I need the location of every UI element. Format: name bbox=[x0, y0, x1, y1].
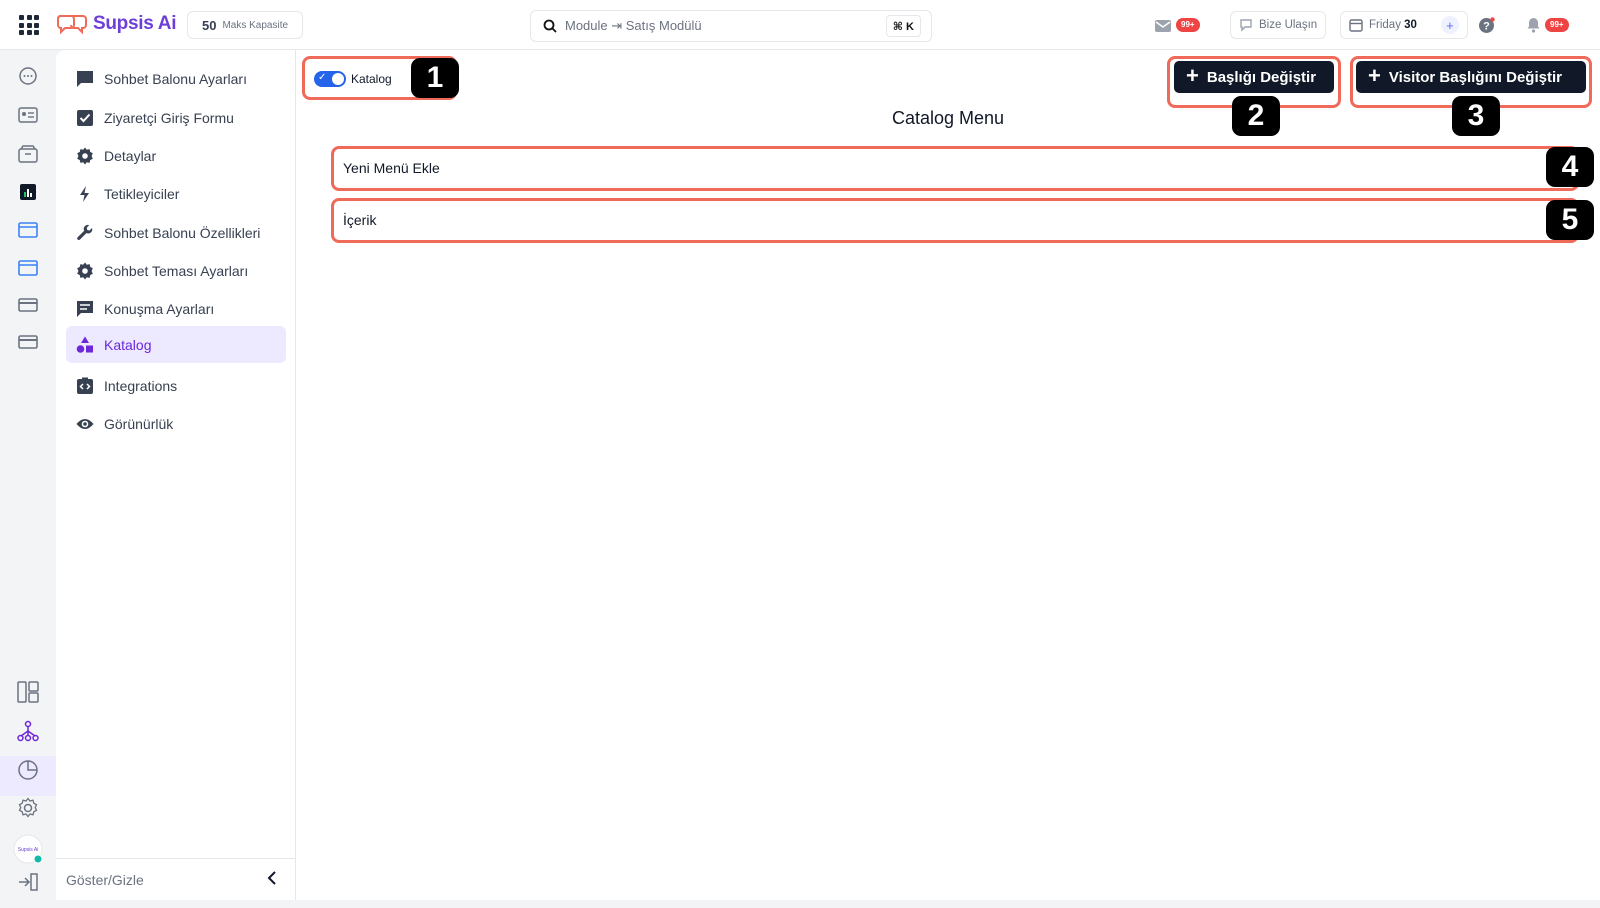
sidebar-item-details[interactable]: Detaylar bbox=[66, 137, 286, 174]
sidebar-item-label: Görünürlük bbox=[104, 415, 174, 432]
svg-text:?: ? bbox=[1483, 20, 1490, 32]
chat-square-icon bbox=[77, 70, 93, 87]
svg-text:Supsis Ai: Supsis Ai bbox=[18, 847, 39, 853]
catalog-toggle-group: ✓ Katalog bbox=[306, 60, 392, 98]
sidebar-item-integrations[interactable]: Integrations bbox=[66, 367, 286, 404]
main-content: ✓ Katalog 1 + Başlığı Değiştir 2 + Visit… bbox=[296, 50, 1600, 900]
bolt-icon bbox=[80, 185, 89, 202]
change-visitor-title-label: Visitor Başlığını Değiştir bbox=[1388, 68, 1562, 86]
chevron-left-icon[interactable] bbox=[266, 871, 278, 890]
eye-icon bbox=[76, 418, 94, 429]
sidebar-item-visitor-form[interactable]: Ziyaretçi Giriş Formu bbox=[66, 99, 286, 136]
sidebar-item-label: Sohbet Balonu Özellikleri bbox=[104, 224, 261, 241]
contact-label: Bize Ulaşın bbox=[1259, 19, 1318, 31]
logo-icon bbox=[57, 15, 87, 35]
message-icon bbox=[77, 300, 93, 317]
sidebar-item-label: Integrations bbox=[104, 377, 178, 394]
settings-icon[interactable] bbox=[16, 796, 40, 820]
toggle-sidebar-label: Göster/Gizle bbox=[66, 871, 144, 888]
sidebar-item-label: Ziyaretçi Giriş Formu bbox=[104, 109, 234, 126]
sidebar-item-visibility[interactable]: Görünürlük bbox=[66, 405, 286, 442]
change-title-button[interactable]: + Başlığı Değiştir bbox=[1174, 61, 1334, 93]
content-row[interactable]: İçerik bbox=[331, 200, 1571, 240]
add-icon[interactable]: + bbox=[1440, 16, 1459, 34]
search-input[interactable] bbox=[565, 18, 865, 34]
help-icon: ? bbox=[1478, 17, 1495, 34]
bottom-strip bbox=[0, 900, 1600, 908]
layout-icon[interactable] bbox=[16, 680, 40, 704]
catalog-toggle[interactable]: ✓ bbox=[314, 71, 346, 87]
sidebar-item-label: Sohbet Balonu Ayarları bbox=[104, 70, 247, 87]
add-new-menu-label: Yeni Menü Ekle bbox=[343, 160, 440, 176]
sidebar-item-triggers[interactable]: Tetikleyiciler bbox=[66, 175, 286, 212]
capacity-number: 50 bbox=[202, 17, 217, 33]
search-box[interactable]: ⌘ K bbox=[530, 10, 932, 42]
window-icon[interactable] bbox=[16, 218, 40, 242]
org-chart-icon[interactable] bbox=[16, 719, 40, 743]
shapes-icon bbox=[76, 336, 93, 353]
sidebar-footer: Göster/Gizle bbox=[56, 858, 296, 900]
capacity-indicator[interactable]: 50 Maks Kapasite bbox=[187, 11, 304, 39]
calendar-icon bbox=[1349, 19, 1363, 32]
sidebar-item-chat-bubble-features[interactable]: Sohbet Balonu Özellikleri bbox=[66, 214, 286, 251]
notification-badge: 99+ bbox=[1545, 18, 1569, 32]
sidebar-item-label: Tetikleyiciler bbox=[104, 185, 180, 202]
add-new-menu-row[interactable]: Yeni Menü Ekle bbox=[331, 148, 1571, 188]
sidebar-item-catalog[interactable]: Katalog bbox=[66, 326, 286, 363]
sidebar-item-conversation-settings[interactable]: Konuşma Ayarları bbox=[66, 290, 286, 327]
capacity-label: Maks Kapasite bbox=[222, 19, 289, 31]
date-widget[interactable]: Friday 30 + bbox=[1340, 11, 1468, 39]
sidebar-item-label: Sohbet Teması Ayarları bbox=[104, 262, 249, 279]
search-icon bbox=[543, 19, 557, 33]
marker-1: 1 bbox=[411, 58, 459, 98]
notifications-button[interactable]: 99+ bbox=[1526, 11, 1569, 39]
apps-grid-icon[interactable] bbox=[19, 15, 39, 35]
sidebar-item-chat-theme-settings[interactable]: Sohbet Teması Ayarları bbox=[66, 252, 286, 289]
card-icon-2[interactable] bbox=[16, 330, 40, 354]
marker-5: 5 bbox=[1546, 200, 1594, 240]
top-bar: Supsis Ai 50 Maks Kapasite ⌘ K 99+ Bize … bbox=[0, 0, 1600, 50]
avatar[interactable]: Supsis Ai bbox=[13, 834, 43, 864]
inbox-button[interactable]: 99+ bbox=[1154, 11, 1200, 39]
mail-icon bbox=[1155, 20, 1171, 32]
gear-icon bbox=[77, 147, 93, 164]
pie-chart-icon[interactable] bbox=[16, 758, 40, 782]
sidebar-item-label: Katalog bbox=[104, 336, 152, 353]
contact-button[interactable]: Bize Ulaşın bbox=[1230, 11, 1327, 39]
icon-rail: Supsis Ai bbox=[0, 50, 56, 908]
settings-sidebar: Sohbet Balonu Ayarları Ziyaretçi Giriş F… bbox=[56, 50, 296, 900]
chat-icon[interactable] bbox=[16, 64, 40, 88]
contacts-icon[interactable] bbox=[16, 103, 40, 127]
sidebar-item-label: Konuşma Ayarları bbox=[104, 300, 215, 317]
plus-icon: + bbox=[1186, 63, 1199, 88]
sidebar-item-chat-bubble-settings[interactable]: Sohbet Balonu Ayarları bbox=[66, 60, 286, 97]
inbox-icon[interactable] bbox=[16, 142, 40, 166]
content-label: İçerik bbox=[343, 212, 377, 228]
change-visitor-title-button[interactable]: + Visitor Başlığını Değiştir bbox=[1356, 61, 1586, 93]
gear-icon bbox=[77, 262, 93, 279]
window-icon-2[interactable] bbox=[16, 256, 40, 280]
checkbox-icon bbox=[77, 109, 93, 126]
catalog-toggle-label: Katalog bbox=[351, 72, 392, 86]
page-title: Catalog Menu bbox=[891, 108, 1005, 128]
reports-icon[interactable] bbox=[16, 180, 40, 204]
bell-icon bbox=[1527, 18, 1540, 33]
card-icon[interactable] bbox=[16, 293, 40, 317]
marker-4: 4 bbox=[1546, 147, 1594, 187]
sidebar-item-label: Detaylar bbox=[104, 147, 157, 164]
date-number: 30 bbox=[1404, 19, 1417, 31]
wrench-icon bbox=[77, 224, 93, 240]
date-day: Friday bbox=[1369, 19, 1401, 31]
inbox-badge: 99+ bbox=[1176, 18, 1200, 32]
help-button[interactable]: ? bbox=[1478, 11, 1495, 39]
shortcut-hint: ⌘ K bbox=[885, 15, 921, 37]
logo[interactable]: Supsis Ai bbox=[57, 13, 176, 35]
app-name: Supsis Ai bbox=[93, 13, 177, 34]
plus-icon: + bbox=[1368, 63, 1381, 88]
change-title-label: Başlığı Değiştir bbox=[1206, 68, 1317, 86]
message-square-icon bbox=[1240, 19, 1252, 32]
code-icon bbox=[77, 377, 93, 394]
logout-icon[interactable] bbox=[16, 870, 40, 894]
